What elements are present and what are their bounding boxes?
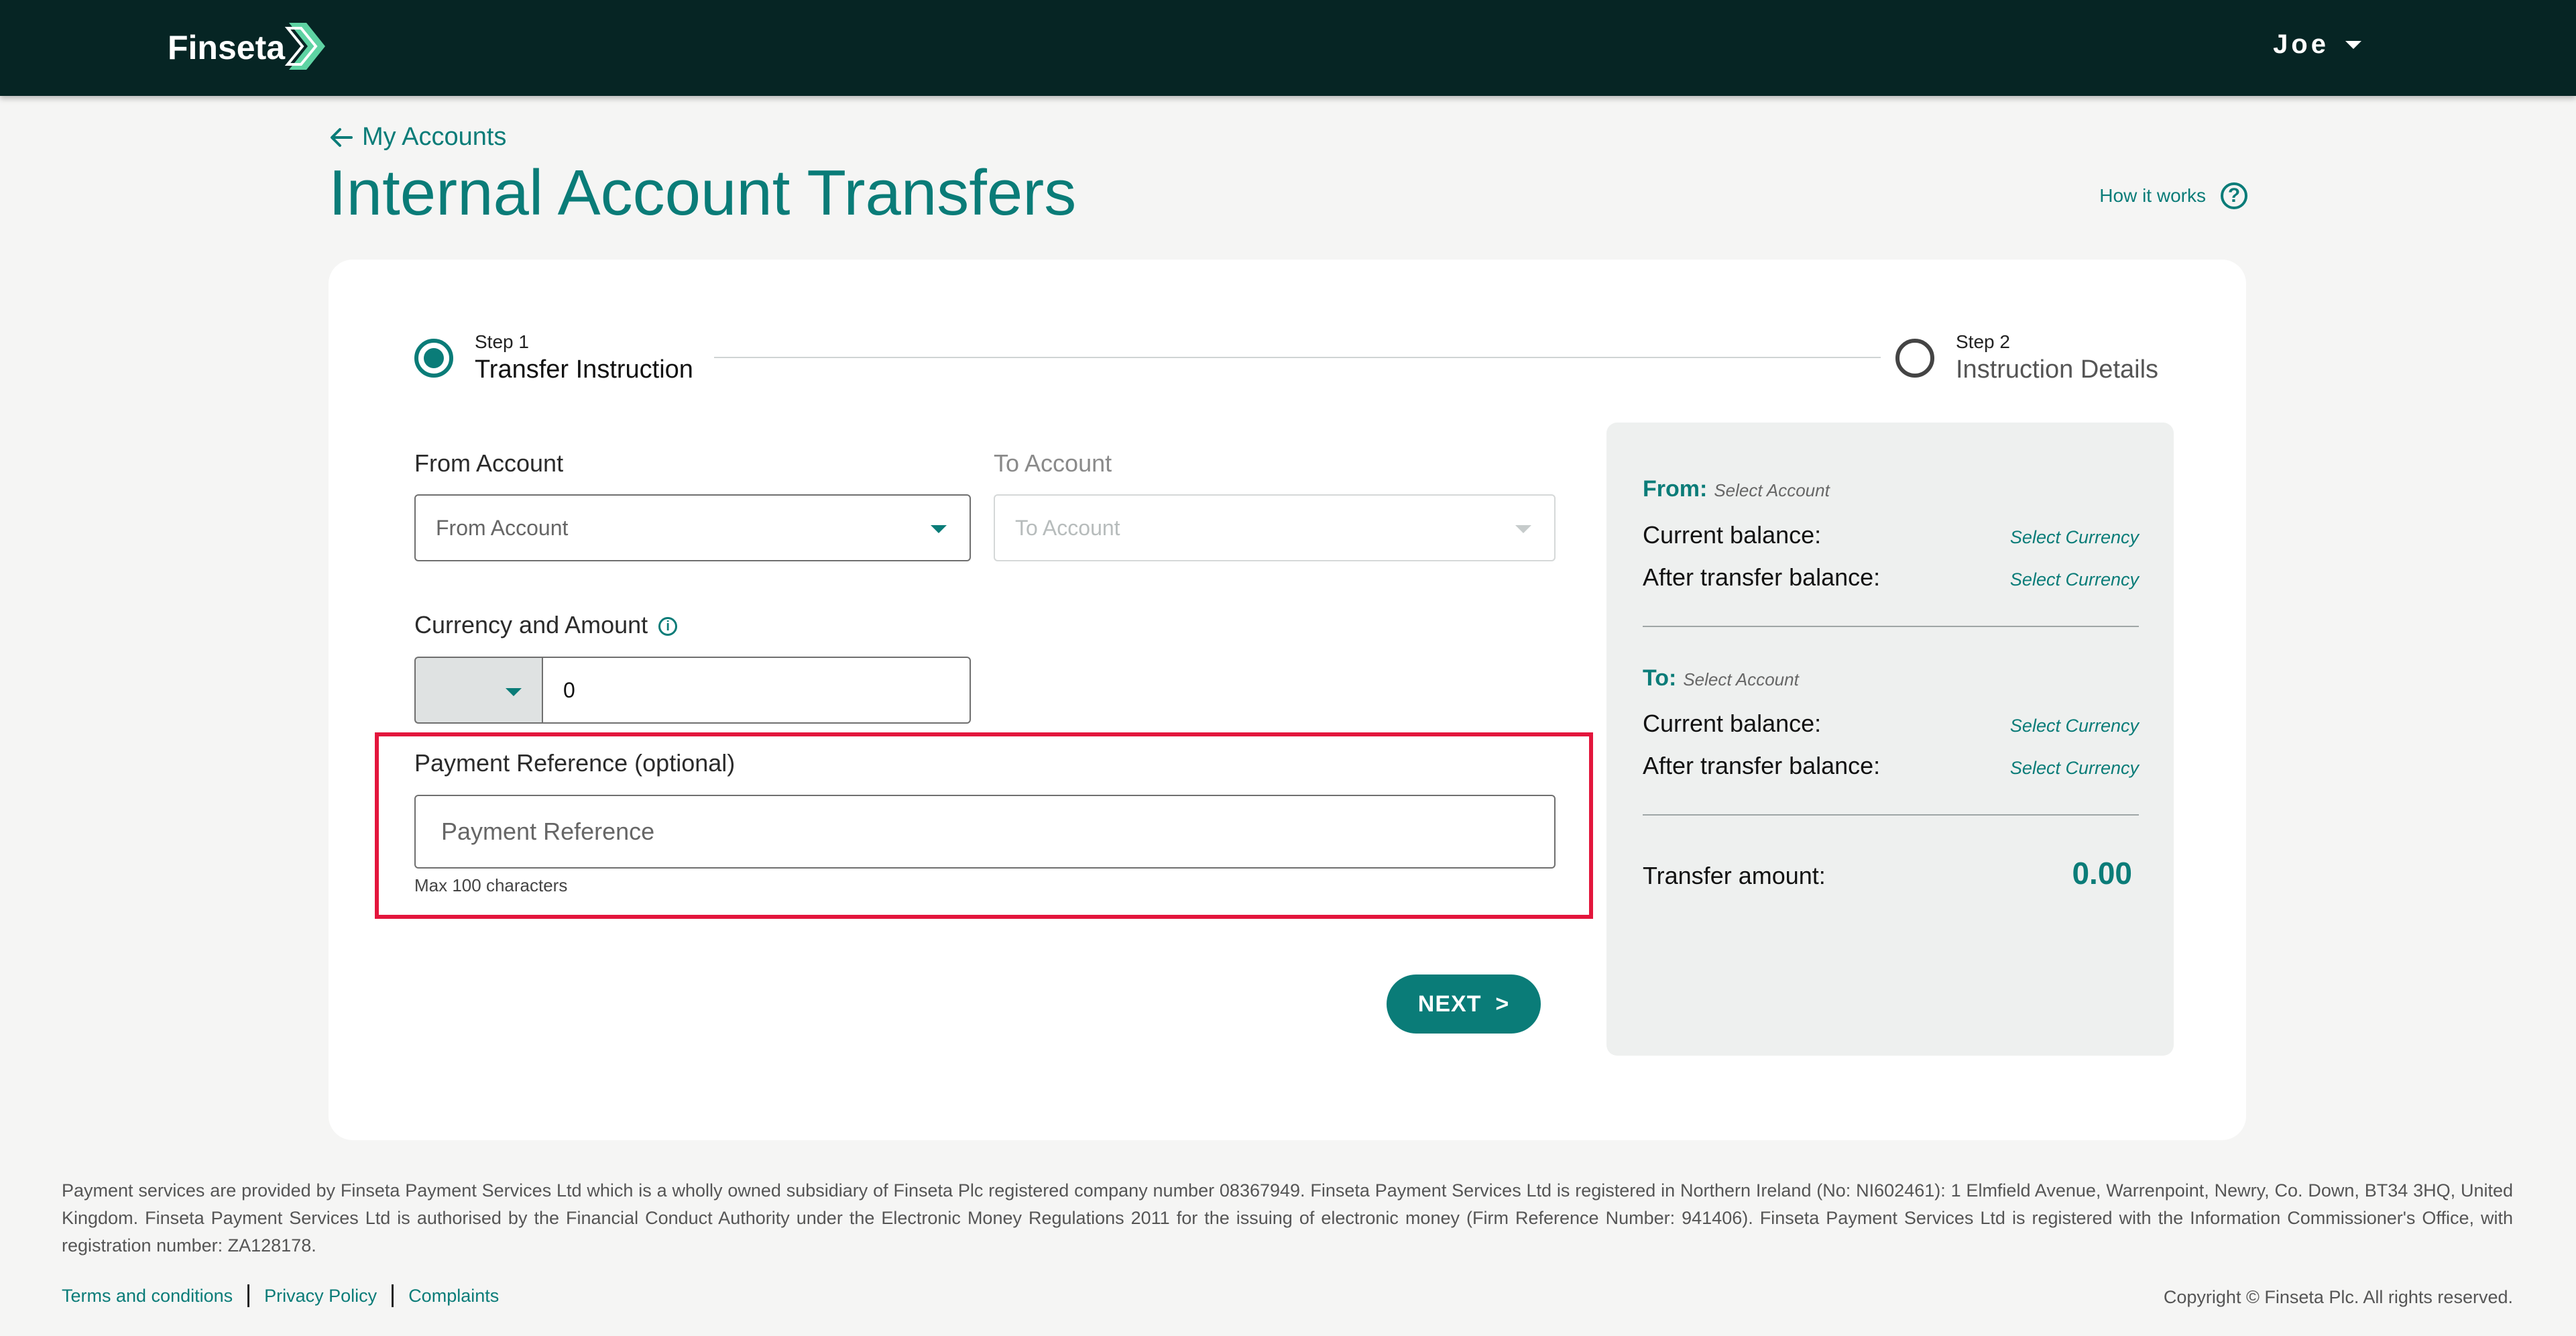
- payment-reference-placeholder: Payment Reference: [441, 818, 655, 845]
- amount-value: 0: [563, 677, 575, 702]
- help-circle-icon: ?: [2221, 182, 2247, 209]
- payment-reference-hint: Max 100 characters: [414, 875, 568, 895]
- step-inactive-icon: [1895, 338, 1934, 378]
- summary-to-after: After transfer balance: Select Currency: [1643, 752, 2139, 780]
- finseta-logo-icon: [284, 19, 331, 77]
- step-1: Step 1 Transfer Instruction: [414, 331, 693, 384]
- stepper-line: [714, 357, 1881, 358]
- footer-links: Terms and conditions Privacy Policy Comp…: [62, 1284, 499, 1307]
- summary-to-account: Select Account: [1683, 669, 1799, 689]
- summary-from-after: After transfer balance: Select Currency: [1643, 563, 2139, 592]
- from-account-placeholder: From Account: [436, 515, 569, 540]
- back-to-my-accounts-link[interactable]: My Accounts: [330, 123, 506, 152]
- finseta-logo[interactable]: Finseta: [168, 20, 331, 75]
- complaints-link[interactable]: Complaints: [408, 1286, 499, 1306]
- chevron-down-icon: [2345, 40, 2361, 49]
- info-icon[interactable]: i: [658, 617, 678, 636]
- currency-amount-label: Currency and Amount i: [414, 611, 678, 639]
- after-balance-value: Select Currency: [2009, 569, 2139, 590]
- summary-to-current: Current balance: Select Currency: [1643, 710, 2139, 738]
- user-menu[interactable]: Joe: [2273, 30, 2361, 60]
- summary-divider: [1643, 814, 2139, 816]
- currency-amount-label-text: Currency and Amount: [414, 611, 648, 638]
- from-account-select[interactable]: From Account: [414, 494, 971, 561]
- current-balance-value: Select Currency: [2009, 527, 2139, 547]
- to-account-placeholder: To Account: [1015, 515, 1120, 540]
- transfer-summary-panel: From: Select Account Current balance: Sel…: [1606, 423, 2174, 1056]
- terms-link[interactable]: Terms and conditions: [62, 1286, 233, 1306]
- current-balance-value: Select Currency: [2009, 716, 2139, 736]
- summary-transfer-row: Transfer amount: 0.00: [1643, 855, 2132, 891]
- step-title: Instruction Details: [1956, 355, 2159, 384]
- to-account-label: To Account: [994, 449, 1112, 477]
- to-account-select[interactable]: To Account: [994, 494, 1556, 561]
- step-title: Transfer Instruction: [475, 355, 693, 384]
- from-account-label: From Account: [414, 449, 564, 477]
- link-separator: [392, 1284, 394, 1307]
- back-link-label: My Accounts: [362, 123, 507, 151]
- summary-divider: [1643, 626, 2139, 627]
- step-2: Step 2 Instruction Details: [1895, 331, 2158, 384]
- footer-disclaimer: Payment services are provided by Finseta…: [62, 1180, 2513, 1256]
- user-name: Joe: [2273, 30, 2329, 59]
- link-separator: [247, 1284, 250, 1307]
- next-button[interactable]: NEXT >: [1387, 975, 1541, 1034]
- summary-to-row: To: Select Account: [1643, 665, 2139, 691]
- arrow-left-icon: [331, 127, 353, 147]
- summary-from-current: Current balance: Select Currency: [1643, 521, 2139, 549]
- how-it-works-label: How it works: [2099, 185, 2206, 206]
- amount-input[interactable]: 0: [542, 657, 971, 724]
- step-number: Step 1: [475, 331, 529, 352]
- step-active-icon: [414, 338, 453, 378]
- current-balance-label: Current balance:: [1643, 710, 1822, 737]
- chevron-down-icon: [1515, 525, 1531, 533]
- step-number: Step 2: [1956, 331, 2010, 352]
- after-balance-value: Select Currency: [2009, 758, 2139, 778]
- brand-name: Finseta: [168, 29, 286, 66]
- current-balance-label: Current balance:: [1643, 521, 1822, 549]
- summary-from-account: Select Account: [1714, 480, 1830, 500]
- privacy-policy-link[interactable]: Privacy Policy: [264, 1286, 377, 1306]
- payment-reference-label: Payment Reference (optional): [414, 749, 736, 777]
- summary-from-title: From:: [1643, 476, 1708, 502]
- page-title: Internal Account Transfers: [329, 157, 1077, 229]
- how-it-works-link[interactable]: How it works ?: [2099, 182, 2247, 209]
- transfer-amount-value: 0.00: [2072, 856, 2132, 891]
- transfer-card: Step 1 Transfer Instruction Step 2 Instr…: [329, 260, 2246, 1140]
- summary-to-title: To:: [1643, 665, 1677, 691]
- top-navbar: Finseta Joe: [0, 0, 2576, 96]
- summary-from-row: From: Select Account: [1643, 476, 2139, 502]
- currency-select[interactable]: [414, 657, 542, 724]
- chevron-down-icon: [506, 688, 522, 696]
- after-balance-label: After transfer balance:: [1643, 752, 1881, 779]
- payment-reference-input[interactable]: Payment Reference: [414, 795, 1556, 869]
- chevron-down-icon: [931, 525, 947, 533]
- after-balance-label: After transfer balance:: [1643, 563, 1881, 591]
- copyright: Copyright © Finseta Plc. All rights rese…: [2163, 1287, 2513, 1307]
- transfer-amount-label: Transfer amount:: [1643, 862, 1826, 889]
